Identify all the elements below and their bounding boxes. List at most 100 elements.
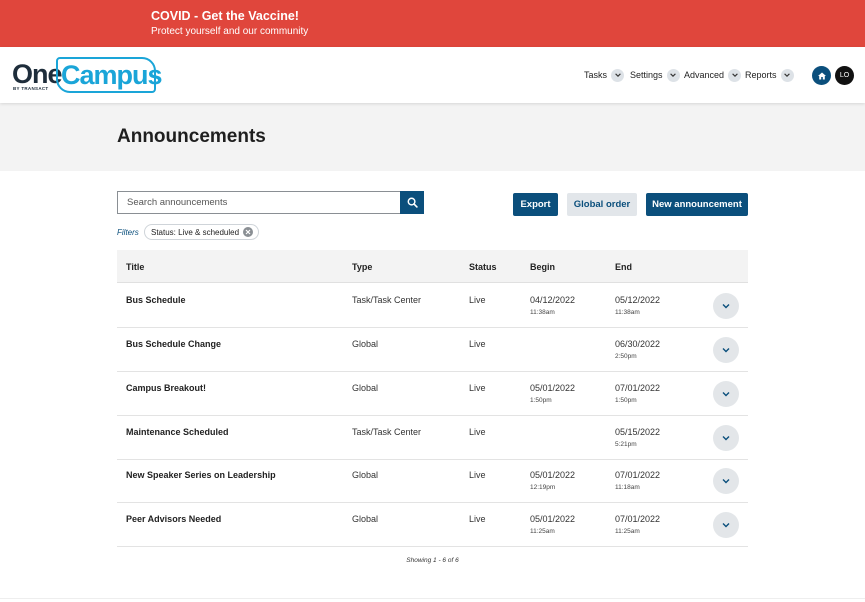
row-begin-time: 12:19pm	[530, 484, 556, 491]
row-type: Task/Task Center	[352, 427, 422, 437]
row-begin-time: 1:50pm	[530, 397, 552, 404]
nav-tasks-label: Tasks	[584, 70, 608, 80]
remove-filter-button[interactable]	[243, 227, 254, 237]
expand-row-button[interactable]	[713, 293, 739, 319]
global-order-button[interactable]: Global order	[567, 193, 637, 216]
row-title[interactable]: Bus Schedule Change	[126, 339, 221, 349]
column-header-type[interactable]: Type	[352, 262, 372, 272]
alert-title: COVID - Get the Vaccine!	[151, 9, 299, 23]
row-begin-time: 11:25am	[530, 528, 555, 535]
row-begin-time: 11:38am	[530, 309, 555, 316]
chevron-down-icon	[722, 479, 730, 484]
row-end-time: 5:21pm	[615, 441, 637, 448]
nav-settings-label: Settings	[630, 70, 663, 80]
chevron-down-icon	[722, 436, 730, 441]
page-header: Announcements	[0, 103, 865, 171]
pagination-summary: Showing 1 - 6 of 6	[406, 557, 459, 564]
chevron-down-icon	[780, 68, 794, 82]
row-status: Live	[469, 470, 486, 480]
row-title[interactable]: Peer Advisors Needed	[126, 514, 221, 524]
row-end-time: 2:50pm	[615, 353, 637, 360]
expand-row-button[interactable]	[713, 425, 739, 451]
nav-settings[interactable]: Settings	[630, 67, 680, 83]
expand-row-button[interactable]	[713, 468, 739, 494]
column-header-begin[interactable]: Begin	[530, 262, 555, 272]
expand-row-button[interactable]	[713, 337, 739, 363]
nav-reports-label: Reports	[745, 70, 777, 80]
nav-tasks[interactable]: Tasks	[584, 67, 625, 83]
logo-byline: BY TRANSACT	[13, 86, 49, 91]
row-end-time: 1:50pm	[615, 397, 637, 404]
chevron-down-icon	[722, 304, 730, 309]
row-end-date: 07/01/2022	[615, 470, 661, 480]
search-button[interactable]	[400, 191, 424, 214]
row-end-date: 06/30/2022	[615, 339, 661, 349]
row-end-date: 05/12/2022	[615, 295, 661, 305]
nav-reports[interactable]: Reports	[745, 67, 794, 83]
row-end-date: 07/01/2022	[615, 514, 661, 524]
export-button[interactable]: Export	[513, 193, 558, 216]
alert-subtitle: Protect yourself and our community	[151, 26, 309, 37]
row-status: Live	[469, 295, 486, 305]
filters-link[interactable]: Filters	[117, 228, 139, 237]
table-row[interactable]: Campus Breakout! Global Live 05/01/2022 …	[117, 372, 748, 416]
row-type: Global	[352, 470, 379, 480]
row-title[interactable]: Campus Breakout!	[126, 383, 206, 393]
row-end-time: 11:25am	[615, 528, 640, 535]
home-button[interactable]	[812, 66, 831, 85]
close-icon	[245, 229, 251, 235]
row-type: Global	[352, 514, 379, 524]
nav-advanced-label: Advanced	[684, 70, 725, 80]
logo-campus-frame: Campus	[56, 57, 163, 93]
chevron-down-icon	[722, 392, 730, 397]
row-begin-date: 04/12/2022	[530, 295, 576, 305]
alert-banner: COVID - Get the Vaccine! Protect yoursel…	[0, 0, 865, 47]
search-input[interactable]	[117, 191, 400, 214]
row-title[interactable]: Maintenance Scheduled	[126, 427, 229, 437]
row-title[interactable]: New Speaker Series on Leadership	[126, 470, 276, 480]
chevron-down-icon	[722, 348, 730, 353]
home-icon	[817, 72, 826, 79]
table-row[interactable]: Peer Advisors Needed Global Live 05/01/2…	[117, 503, 748, 547]
row-end-time: 11:38am	[615, 309, 640, 316]
row-end-date: 07/01/2022	[615, 383, 661, 393]
row-status: Live	[469, 383, 486, 393]
table-header: Title Type Status Begin End	[117, 250, 748, 283]
row-status: Live	[469, 339, 486, 349]
user-avatar[interactable]: LO	[835, 66, 854, 85]
chevron-down-icon	[722, 523, 730, 528]
row-end-date: 05/15/2022	[615, 427, 661, 437]
row-begin-date: 05/01/2022	[530, 470, 576, 480]
table-row[interactable]: Bus Schedule Change Global Live 06/30/20…	[117, 328, 748, 372]
row-type: Global	[352, 339, 379, 349]
nav-advanced[interactable]: Advanced	[684, 67, 742, 83]
column-header-title[interactable]: Title	[126, 262, 144, 272]
new-announcement-button[interactable]: New announcement	[646, 193, 748, 216]
row-type: Global	[352, 383, 379, 393]
chevron-down-icon	[728, 68, 742, 82]
expand-row-button[interactable]	[713, 381, 739, 407]
table-row[interactable]: New Speaker Series on Leadership Global …	[117, 459, 748, 503]
column-header-status[interactable]: Status	[469, 262, 497, 272]
page-title: Announcements	[117, 126, 266, 147]
filter-chip-label: Status: Live & scheduled	[151, 227, 240, 237]
row-status: Live	[469, 514, 486, 524]
logo-text-campus: Campus	[61, 60, 163, 90]
chevron-down-icon	[666, 68, 680, 82]
row-end-time: 11:18am	[615, 484, 640, 491]
row-type: Task/Task Center	[352, 295, 422, 305]
top-navigation: One Campus BY TRANSACT Tasks Settings Ad…	[0, 47, 865, 103]
filter-chip-status: Status: Live & scheduled	[144, 224, 260, 240]
divider	[0, 598, 865, 599]
row-status: Live	[469, 427, 486, 437]
table-row[interactable]: Bus Schedule Task/Task Center Live 04/12…	[117, 284, 748, 328]
onecampus-logo[interactable]: One Campus BY TRANSACT	[12, 57, 163, 95]
expand-row-button[interactable]	[713, 512, 739, 538]
row-title[interactable]: Bus Schedule	[126, 295, 186, 305]
row-begin-date: 05/01/2022	[530, 514, 576, 524]
table-row[interactable]: Maintenance Scheduled Task/Task Center L…	[117, 416, 748, 460]
row-begin-date: 05/01/2022	[530, 383, 576, 393]
chevron-down-icon	[611, 68, 625, 82]
column-header-end[interactable]: End	[615, 262, 632, 272]
search-icon	[407, 197, 418, 208]
